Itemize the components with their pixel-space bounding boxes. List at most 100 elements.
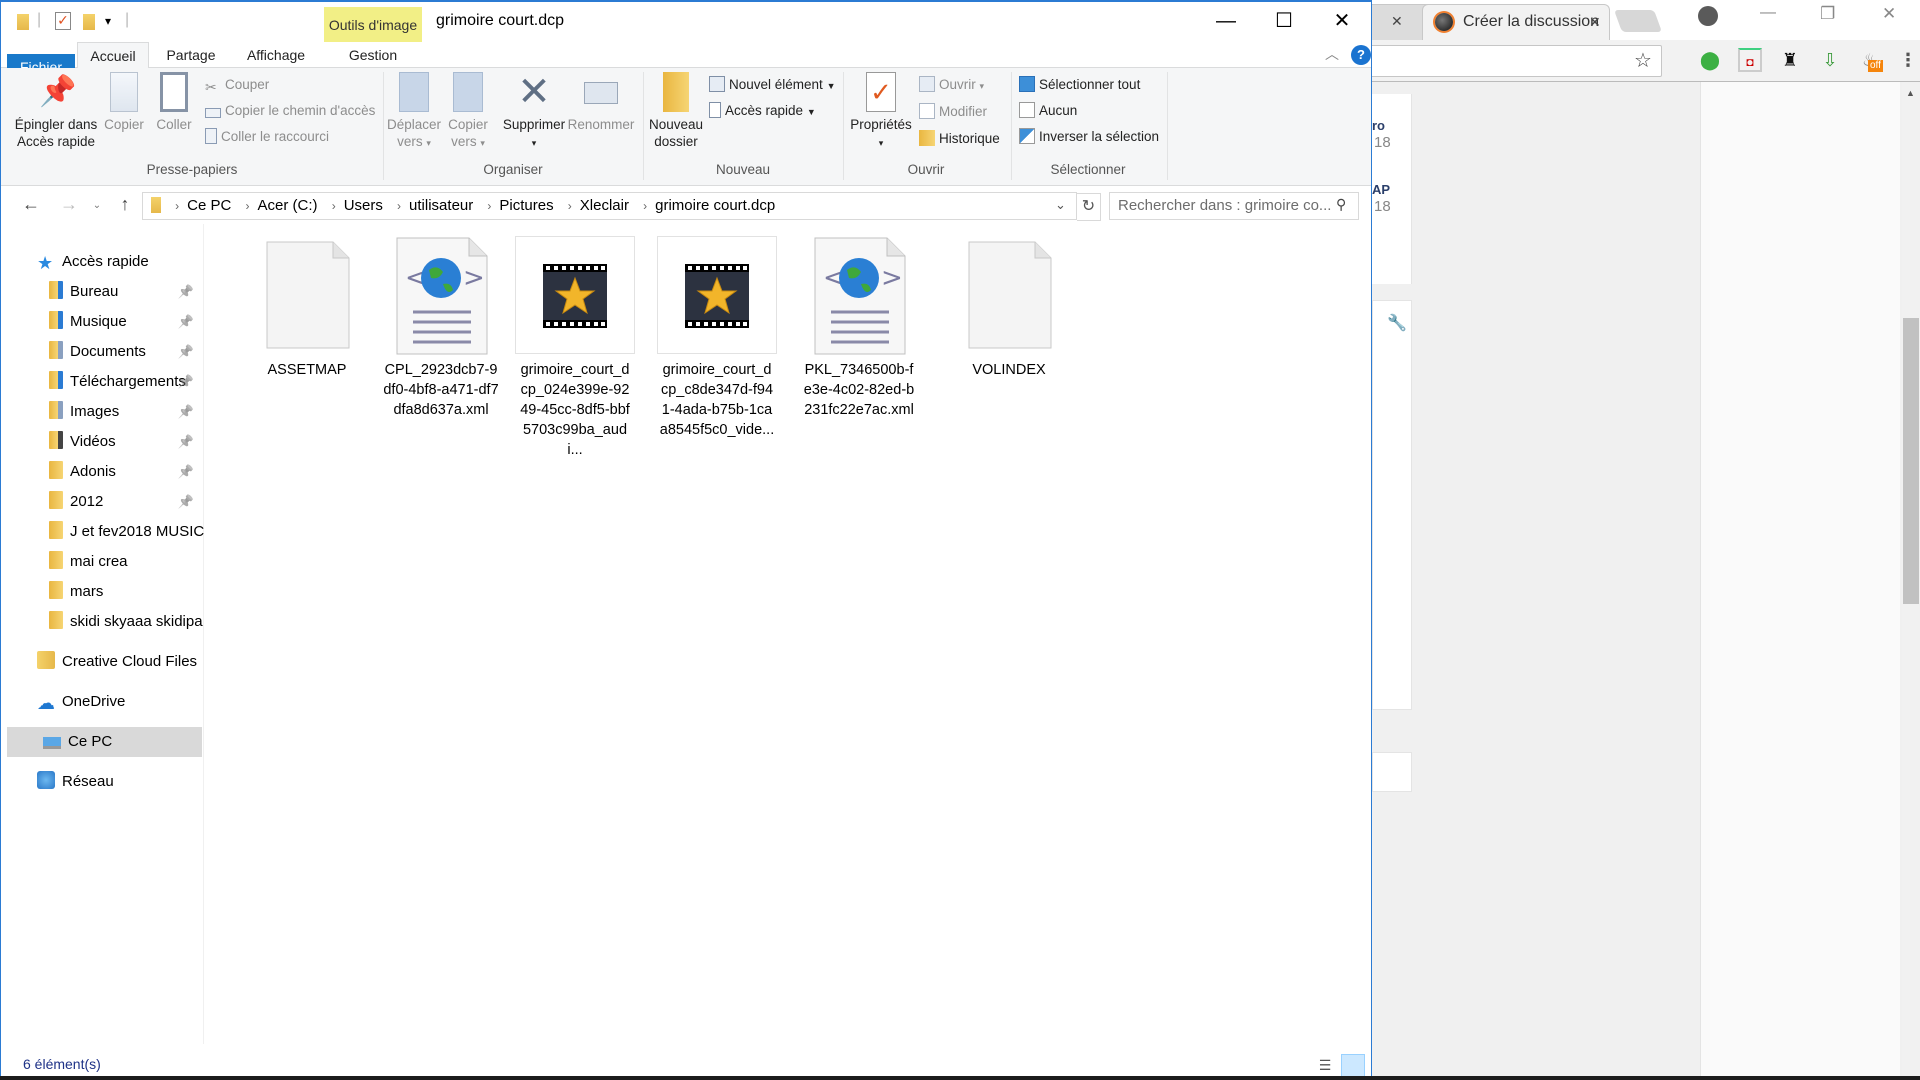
forward-button[interactable]: →	[57, 194, 81, 215]
sidebar-item-quick-access-entry[interactable]: mars	[1, 577, 204, 607]
refresh-button[interactable]: ↻	[1077, 193, 1101, 221]
breadcrumb-item[interactable]: grimoire court.dcp	[655, 197, 775, 214]
pin-icon[interactable]: 📌	[178, 277, 194, 307]
browser-restore-button[interactable]: ❐	[1820, 4, 1835, 24]
edit-button[interactable]: Modifier	[919, 101, 987, 123]
cut-button[interactable]: ✂ Couper	[205, 74, 269, 96]
paste-button[interactable]: Coller	[151, 72, 197, 133]
pin-icon[interactable]: 📌	[178, 367, 194, 397]
rename-button[interactable]: Renommer	[567, 72, 635, 133]
maximize-button[interactable]: ☐	[1255, 2, 1313, 40]
select-none-button[interactable]: Aucun	[1019, 100, 1077, 122]
easy-access-button[interactable]: Accès rapide ▼	[709, 100, 816, 122]
sidebar-item-quick-access-entry[interactable]: Bureau 📌	[1, 277, 204, 307]
breadcrumb-item[interactable]: Users	[344, 197, 383, 214]
details-view-button[interactable]: ☰	[1313, 1054, 1337, 1078]
breadcrumb-item[interactable]: Pictures	[499, 197, 553, 214]
pin-icon[interactable]: 📌	[178, 457, 194, 487]
new-item-button[interactable]: Nouvel élément ▼	[709, 74, 836, 96]
properties-button[interactable]: ✓ Propriétés ▾	[847, 72, 915, 152]
page-scrollbar-thumb[interactable]	[1903, 318, 1919, 604]
wrench-icon[interactable]: 🔧	[1387, 313, 1407, 333]
search-icon[interactable]: ⚲	[1336, 196, 1346, 213]
breadcrumb-item[interactable]: Xleclair	[580, 197, 629, 214]
copy-to-button[interactable]: Copier vers ▾	[443, 72, 493, 152]
pin-icon[interactable]: 📌	[178, 337, 194, 367]
close-button[interactable]: ✕	[1313, 2, 1371, 40]
tab-close-icon[interactable]: ✕	[1589, 14, 1601, 31]
sidebar-item-quick-access-entry[interactable]: Images 📌	[1, 397, 204, 427]
browser-menu-icon[interactable]: ⋮	[1896, 48, 1920, 72]
breadcrumb-item[interactable]: utilisateur	[409, 197, 473, 214]
tab-gestion[interactable]: Gestion	[324, 42, 422, 68]
sidebar-item-quick-access-entry[interactable]: Téléchargements 📌	[1, 367, 204, 397]
browser-tab-active[interactable]: Créer la discussion ✕	[1422, 4, 1610, 40]
minimize-button[interactable]: —	[1197, 2, 1255, 40]
address-bar[interactable]: › Ce PC › Acer (C:) › Users › utilisateur › P…	[142, 192, 1077, 220]
paste-shortcut-button[interactable]: Coller le raccourci	[205, 126, 329, 148]
flame-off-icon[interactable]: ♨ off	[1858, 48, 1883, 72]
back-button[interactable]: ←	[19, 194, 43, 215]
collapse-ribbon-icon[interactable]: ︿	[1325, 44, 1339, 64]
properties-quick-icon[interactable]: ✓	[55, 12, 71, 30]
help-icon[interactable]: ?	[1351, 45, 1371, 65]
file-item[interactable]: ASSETMAP	[247, 236, 367, 380]
mcafee-icon[interactable]: ◘	[1738, 48, 1762, 72]
profile-icon[interactable]	[1698, 6, 1718, 26]
pin-quick-access-button[interactable]: 📌 Épingler dans Accès rapide	[11, 72, 101, 150]
sidebar-item-quick-access-entry[interactable]: mai crea	[1, 547, 204, 577]
file-item[interactable]: VOLINDEX	[949, 236, 1069, 380]
file-item[interactable]: grimoire_court_dcp_c8de347d-f941-4ada-b7…	[657, 236, 777, 440]
pin-icon[interactable]: 📌	[178, 487, 194, 517]
up-button[interactable]: ↑	[113, 194, 137, 215]
omnibox[interactable]: ☆	[1372, 45, 1662, 77]
browser-minimize-button[interactable]: —	[1760, 4, 1776, 22]
sidebar-item-network[interactable]: Réseau	[1, 767, 204, 797]
sidebar-item-quick-access-entry[interactable]: skidi skyaaa skidipa	[1, 607, 204, 637]
spy-icon[interactable]: ♜	[1778, 48, 1802, 72]
history-button[interactable]: Historique	[919, 128, 1000, 150]
new-folder-button[interactable]: Nouveau dossier	[645, 72, 707, 150]
browser-close-button[interactable]: ✕	[1882, 4, 1896, 24]
customize-quick-access-icon[interactable]: ▾	[105, 14, 111, 36]
tab-accueil[interactable]: Accueil	[77, 42, 149, 69]
invert-selection-button[interactable]: Inverser la sélection	[1019, 126, 1159, 148]
sidebar-item-quick-access-entry[interactable]: Musique 📌	[1, 307, 204, 337]
breadcrumb-item[interactable]: Acer (C:)	[258, 197, 318, 214]
sidebar-item-quick-access-entry[interactable]: Documents 📌	[1, 337, 204, 367]
file-item[interactable]: grimoire_court_dcp_024e399e-9249-45cc-8d…	[515, 236, 635, 460]
new-folder-quick-icon[interactable]	[83, 14, 95, 30]
scroll-up-icon[interactable]: ▲	[1906, 88, 1915, 98]
recent-locations-icon[interactable]: ⌄	[85, 200, 109, 211]
open-button[interactable]: Ouvrir ▾	[919, 74, 984, 96]
search-input[interactable]: Rechercher dans : grimoire co... ⚲	[1109, 192, 1359, 220]
delete-button[interactable]: ✕ Supprimer ▾	[501, 72, 567, 152]
download-icon[interactable]: ⇩	[1818, 48, 1842, 72]
sidebar-item-quick-access-entry[interactable]: Adonis 📌	[1, 457, 204, 487]
pin-icon[interactable]: 📌	[178, 307, 194, 337]
tab-affichage[interactable]: Affichage	[237, 42, 315, 68]
sidebar-item-this-pc[interactable]: Ce PC	[7, 727, 202, 757]
sidebar-item-quick-access-entry[interactable]: J et fev2018 MUSIC	[1, 517, 204, 547]
pin-icon[interactable]: 📌	[178, 397, 194, 427]
tab-partage[interactable]: Partage	[157, 42, 225, 68]
feedly-icon[interactable]: ⬤	[1698, 48, 1722, 72]
new-tab-button[interactable]	[1613, 10, 1663, 32]
sidebar-item-onedrive[interactable]: ☁ OneDrive	[1, 687, 204, 717]
address-history-dropdown-icon[interactable]: ⌄	[1055, 197, 1066, 213]
file-item[interactable]: < > CPL_2923dcb7-9df0-4bf8-a471-df7dfa8d63…	[381, 236, 501, 420]
sidebar-item-quick-access-entry[interactable]: Vidéos 📌	[1, 427, 204, 457]
large-icons-view-button[interactable]	[1341, 1054, 1365, 1078]
pin-icon[interactable]: 📌	[178, 427, 194, 457]
bookmark-star-icon[interactable]: ☆	[1634, 48, 1652, 73]
tab-close-icon[interactable]: ✕	[1391, 13, 1403, 29]
copy-path-button[interactable]: Copier le chemin d'accès	[205, 100, 375, 122]
copy-button[interactable]: Copier	[99, 72, 149, 133]
move-to-button[interactable]: Déplacer vers ▾	[385, 72, 443, 152]
select-all-button[interactable]: Sélectionner tout	[1019, 74, 1140, 96]
breadcrumb-item[interactable]: Ce PC	[187, 197, 231, 214]
sidebar-item-quick-access-entry[interactable]: 2012 📌	[1, 487, 204, 517]
sidebar-item-creative-cloud[interactable]: Creative Cloud Files	[1, 647, 204, 677]
sidebar-item-quick-access[interactable]: ★ Accès rapide	[1, 247, 204, 277]
file-item[interactable]: < > PKL_7346500b-fe3e-4c02-82ed-b231fc22e7…	[799, 236, 919, 420]
